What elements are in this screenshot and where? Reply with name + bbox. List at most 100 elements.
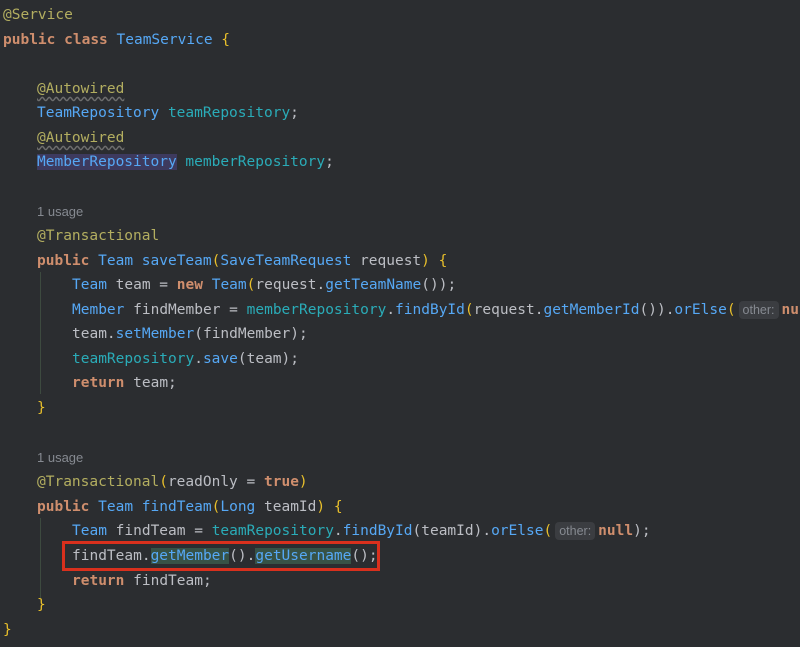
punctuation: ()). [639, 302, 675, 318]
annotation-autowired: @Autowired [37, 81, 125, 97]
field-member-repository: memberRepository [246, 302, 387, 318]
code-line-7: MemberRepository memberRepository; [37, 150, 334, 174]
paren: ) [316, 499, 326, 515]
arguments: (teamId). [412, 523, 492, 539]
field-team-repository: teamRepository [167, 105, 291, 121]
keyword-null: null [598, 523, 634, 539]
argument: request. [255, 277, 326, 293]
annotation-service: @Service [3, 7, 73, 23]
code-line-12: Team team = new Team(request.getTeamName… [72, 273, 456, 297]
punctuation: ()); [421, 277, 457, 293]
dot: . [386, 302, 396, 318]
field-team-repository: teamRepository [72, 351, 195, 367]
keyword-new: new [176, 277, 203, 293]
variable: findTeam = [115, 523, 203, 539]
brace: } [37, 400, 46, 416]
type-team-repository: TeamRepository [37, 105, 160, 121]
code-line-10: @Transactional [37, 224, 159, 248]
class-name: TeamService [116, 32, 213, 48]
annotation-attribute: readOnly = [167, 474, 256, 490]
code-line-13: Member findMember = memberRepository.fin… [72, 298, 799, 322]
return-type: Team [98, 253, 134, 269]
brace: { [333, 499, 343, 515]
code-line-21: public Team findTeam(Long teamId) { [37, 495, 343, 519]
parameter-hint: other: [555, 522, 596, 540]
code-line-14: team.setMember(findMember); [72, 322, 308, 346]
brace: { [221, 32, 231, 48]
paren: ) [421, 253, 430, 269]
param-name: request [360, 253, 422, 269]
method-call: getTeamName [325, 277, 422, 293]
keyword-public: public [3, 32, 56, 48]
keyword-class: class [64, 32, 108, 48]
return-value: findTeam; [133, 573, 212, 589]
brace: } [3, 622, 12, 638]
method-find-team: findTeam [141, 499, 212, 515]
code-line-25: } [37, 593, 46, 617]
code-line-6: @Autowired [37, 126, 124, 150]
arguments: (team); [237, 351, 299, 367]
code-line-17: } [37, 396, 46, 420]
indent-guide [40, 518, 41, 598]
code-line-5: TeamRepository teamRepository; [37, 101, 299, 125]
annotation-autowired: @Autowired [37, 130, 125, 146]
paren: ( [726, 302, 736, 318]
return-value: team; [133, 375, 177, 391]
keyword-true: true [264, 474, 299, 490]
indent-guide [40, 272, 41, 394]
paren: ( [159, 474, 168, 490]
variable: team = [115, 277, 169, 293]
arguments: (findMember); [194, 326, 308, 342]
brace: } [37, 597, 46, 613]
method-call: findById [342, 523, 413, 539]
param-type: SaveTeamRequest [220, 253, 352, 269]
method-save-team: saveTeam [141, 253, 212, 269]
keyword-null: nu [781, 302, 799, 318]
code-line-2: public class TeamService { [3, 28, 230, 52]
code-line-16: return team; [72, 371, 177, 395]
constructor: Team [211, 277, 247, 293]
type: Team [72, 277, 107, 293]
variable: findMember = [133, 302, 238, 318]
object: team. [72, 326, 116, 342]
usage-hint[interactable]: 1 usage [37, 446, 83, 470]
annotation-transactional: @Transactional [37, 474, 160, 490]
keyword-return: return [72, 573, 125, 589]
code-line-15: teamRepository.save(team); [72, 347, 299, 371]
code-editor[interactable]: @Service public class TeamService { @Aut… [0, 0, 800, 647]
argument: request. [473, 302, 544, 318]
brace: { [438, 253, 448, 269]
dot: . [333, 523, 343, 539]
code-line-24: return findTeam; [72, 569, 212, 593]
punctuation: ); [633, 523, 651, 539]
method-call: orElse [674, 302, 727, 318]
parameter-hint: other: [738, 301, 779, 319]
return-type: Team [98, 499, 134, 515]
semicolon: ; [325, 154, 334, 170]
code-line-26: } [3, 618, 12, 642]
keyword-public: public [37, 499, 90, 515]
semicolon: ; [290, 105, 299, 121]
code-line-1: @Service [3, 3, 73, 27]
field-member-repository: memberRepository [185, 154, 326, 170]
type: Member [72, 302, 125, 318]
field-team-repository: teamRepository [211, 523, 334, 539]
keyword-public: public [37, 253, 90, 269]
annotation-transactional: @Transactional [37, 228, 160, 244]
dot: . [194, 351, 203, 367]
code-line-11: public Team saveTeam(SaveTeamRequest req… [37, 249, 447, 273]
code-line-4: @Autowired [37, 77, 124, 101]
paren: ( [464, 302, 474, 318]
method-call: findById [395, 302, 465, 318]
param-type: Long [220, 499, 256, 515]
highlight-annotation-box [62, 541, 380, 571]
param-name: teamId [264, 499, 317, 515]
type: Team [72, 523, 107, 539]
method-call: save [202, 351, 238, 367]
method-call: getMemberId [543, 302, 640, 318]
method-call: setMember [115, 326, 195, 342]
usage-hint[interactable]: 1 usage [37, 200, 83, 224]
code-line-22: Team findTeam = teamRepository.findById(… [72, 519, 651, 543]
paren: ( [543, 523, 553, 539]
paren: ) [298, 474, 308, 490]
